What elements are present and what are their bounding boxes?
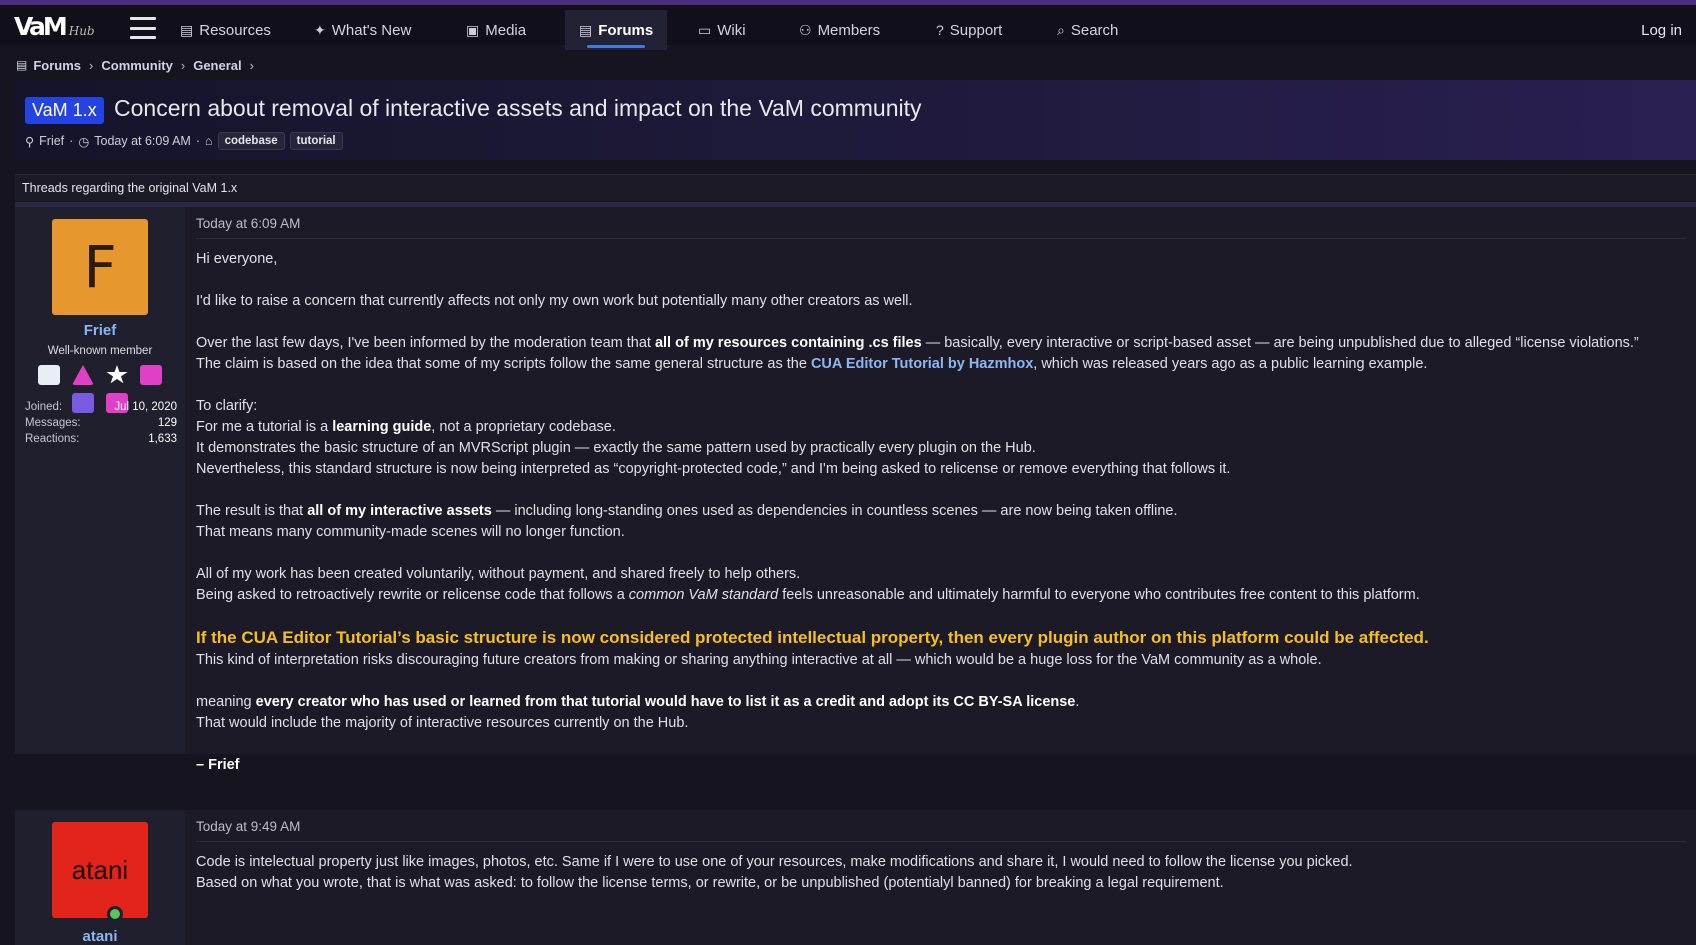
post-date[interactable]: Today at 6:09 AM	[196, 207, 1686, 239]
page-title: Concern about removal of interactive ass…	[114, 95, 922, 121]
breadcrumb-community[interactable]: Community	[101, 58, 173, 73]
online-status-icon	[107, 906, 123, 922]
chevron-right-icon: ›	[89, 57, 94, 73]
forum-description: Threads regarding the original VaM 1.x	[15, 174, 1696, 207]
thread-time[interactable]: Today at 6:09 AM	[94, 134, 191, 148]
sparkle-icon: ✦	[314, 21, 326, 38]
book-icon: ▭	[698, 21, 712, 38]
post-body: Today at 9:49 AM Code is intelectual pro…	[196, 810, 1686, 915]
username[interactable]: atani	[15, 928, 185, 945]
tag-codebase[interactable]: codebase	[217, 132, 285, 150]
search-icon: ⌕	[1057, 21, 1065, 38]
nav-search[interactable]: ⌕ Search	[1057, 10, 1118, 50]
post-body: Today at 6:09 AM Hi everyone, I'd like t…	[196, 207, 1686, 797]
thread-header: VaM 1.x Concern about removal of interac…	[15, 80, 1696, 160]
thread-author[interactable]: Frief	[39, 134, 64, 148]
post: atani atani Today at 9:49 AM Code is int…	[15, 810, 1696, 945]
nav-support[interactable]: ? Support	[936, 10, 1002, 50]
stat-reactions: Reactions: 1,633	[25, 433, 177, 445]
nav-members[interactable]: ⚇ Members	[799, 10, 880, 50]
tag-tutorial[interactable]: tutorial	[289, 132, 343, 150]
tutorial-link[interactable]: CUA Editor Tutorial by Hazmhox	[811, 356, 1033, 372]
logo-text: VaM	[14, 12, 68, 41]
login-link[interactable]: Log in	[1641, 10, 1682, 50]
post-message: Code is intelectual property just like i…	[196, 854, 1353, 891]
clock-icon: ◷	[78, 134, 90, 149]
signature: – Frief	[196, 757, 240, 773]
chevron-right-icon: ›	[180, 57, 186, 73]
chevron-right-icon: ›	[249, 57, 254, 73]
menu-icon[interactable]	[130, 17, 156, 39]
thread-meta: ⚲ Frief · ◷ Today at 6:09 AM · ⌂ codebas…	[25, 132, 343, 150]
post-user-panel: F Frief Well-known member Joined: Jul 10…	[15, 207, 185, 754]
stat-joined: Joined: Jul 10, 2020	[25, 401, 177, 413]
avatar[interactable]: F	[52, 219, 148, 315]
breadcrumb-forums[interactable]: Forums	[33, 58, 81, 73]
username[interactable]: Frief	[15, 322, 185, 339]
stat-messages: Messages: 129	[25, 417, 177, 429]
forum-icon: ▤	[579, 21, 593, 38]
breadcrumb-general[interactable]: General	[193, 58, 241, 73]
image-icon: ▣	[466, 21, 480, 38]
user-title: Well-known member	[47, 345, 153, 357]
post-date[interactable]: Today at 9:49 AM	[196, 810, 1686, 842]
highlight-text: If the CUA Editor Tutorial’s basic struc…	[196, 628, 1429, 647]
forum-icon: ▤	[16, 58, 28, 72]
tag-icon: ⌂	[205, 134, 213, 148]
site-logo[interactable]: VaM Hub	[14, 11, 95, 41]
nav-whats-new[interactable]: ✦ What's New	[314, 10, 411, 50]
nav-media[interactable]: ▣ Media	[466, 10, 526, 50]
nav-forums[interactable]: ▤ Forums	[565, 10, 668, 50]
post: F Frief Well-known member Joined: Jul 10…	[15, 207, 1696, 773]
document-icon: ▤	[180, 21, 194, 38]
breadcrumb: ▤ Forums › Community › General ›	[16, 54, 256, 76]
nav-wiki[interactable]: ▭ Wiki	[698, 10, 746, 50]
users-icon: ⚇	[799, 21, 812, 38]
star-trophy-icon[interactable]	[106, 365, 128, 384]
creator-trophy-icon[interactable]	[72, 365, 94, 385]
nav-resources[interactable]: ▤ Resources	[180, 10, 271, 50]
thread-prefix[interactable]: VaM 1.x	[25, 97, 104, 124]
logo-sub: Hub	[68, 24, 95, 38]
gallery-trophy-icon[interactable]	[38, 365, 60, 385]
help-icon: ?	[936, 22, 944, 38]
post-user-panel: atani atani	[15, 810, 185, 945]
post-message: Hi everyone, I'd like to raise a concern…	[196, 251, 1639, 773]
user-icon: ⚲	[25, 134, 35, 149]
shop-trophy-icon[interactable]	[140, 365, 162, 385]
avatar[interactable]: atani	[52, 822, 148, 918]
top-nav: VaM Hub ▤ Resources ✦ What's New ▣ Media…	[0, 0, 1696, 50]
